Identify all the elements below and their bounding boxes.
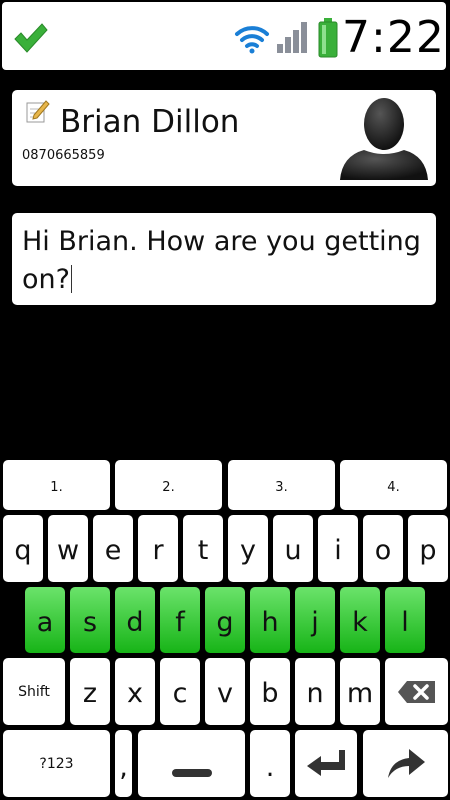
key-h[interactable]: h (250, 587, 290, 653)
key-w[interactable]: w (48, 515, 88, 582)
backspace-key[interactable] (385, 658, 448, 725)
key-t[interactable]: t (183, 515, 223, 582)
key-u[interactable]: u (273, 515, 313, 582)
next-key[interactable] (363, 730, 448, 797)
key-f[interactable]: f (160, 587, 200, 653)
check-icon[interactable] (12, 20, 48, 56)
key-x[interactable]: x (115, 658, 155, 725)
avatar-icon[interactable] (338, 94, 430, 182)
space-bar-icon (172, 769, 212, 777)
key-o[interactable]: o (363, 515, 403, 582)
key-g[interactable]: g (205, 587, 245, 653)
number-key-1[interactable]: 1. (3, 460, 110, 510)
key-z[interactable]: z (70, 658, 110, 725)
key-i[interactable]: i (318, 515, 358, 582)
number-key-2[interactable]: 2. (115, 460, 222, 510)
text-caret (70, 265, 72, 293)
key-q[interactable]: q (3, 515, 43, 582)
wifi-icon (235, 26, 269, 54)
contact-card[interactable]: Brian Dillon 0870665859 (12, 90, 436, 186)
message-text: Hi Brian. How are you getting on? (22, 226, 421, 295)
status-bar: 7:22 (2, 2, 446, 70)
contact-name: Brian Dillon (60, 104, 240, 140)
number-key-3[interactable]: 3. (228, 460, 335, 510)
space-key[interactable] (138, 730, 245, 797)
key-v[interactable]: v (205, 658, 245, 725)
key-c[interactable]: c (160, 658, 200, 725)
forward-arrow-icon (388, 749, 425, 778)
key-n[interactable]: n (295, 658, 335, 725)
key-d[interactable]: d (115, 587, 155, 653)
number-key-4[interactable]: 4. (340, 460, 447, 510)
key-m[interactable]: m (340, 658, 380, 725)
comma-key[interactable]: , (115, 730, 132, 797)
message-input[interactable]: Hi Brian. How are you getting on? (12, 213, 436, 305)
key-p[interactable]: p (408, 515, 448, 582)
contact-number: 0870665859 (22, 148, 105, 163)
backspace-icon (398, 681, 435, 703)
key-k[interactable]: k (340, 587, 380, 653)
signal-icon (277, 22, 307, 53)
key-y[interactable]: y (228, 515, 268, 582)
enter-key[interactable] (295, 730, 357, 797)
battery-icon (318, 18, 338, 58)
shift-key[interactable]: Shift (3, 658, 65, 725)
key-l[interactable]: l (385, 587, 425, 653)
key-r[interactable]: r (138, 515, 178, 582)
keyboard: 1. 2. 3. 4. q w e r t y u i o p a s d f … (0, 457, 450, 800)
key-a[interactable]: a (25, 587, 65, 653)
symbols-key[interactable]: ?123 (3, 730, 110, 797)
key-b[interactable]: b (250, 658, 290, 725)
enter-icon (307, 750, 345, 776)
clock: 7:22 (342, 12, 445, 63)
key-j[interactable]: j (295, 587, 335, 653)
period-key[interactable]: . (250, 730, 290, 797)
key-s[interactable]: s (70, 587, 110, 653)
key-e[interactable]: e (93, 515, 133, 582)
edit-icon[interactable] (24, 98, 50, 124)
